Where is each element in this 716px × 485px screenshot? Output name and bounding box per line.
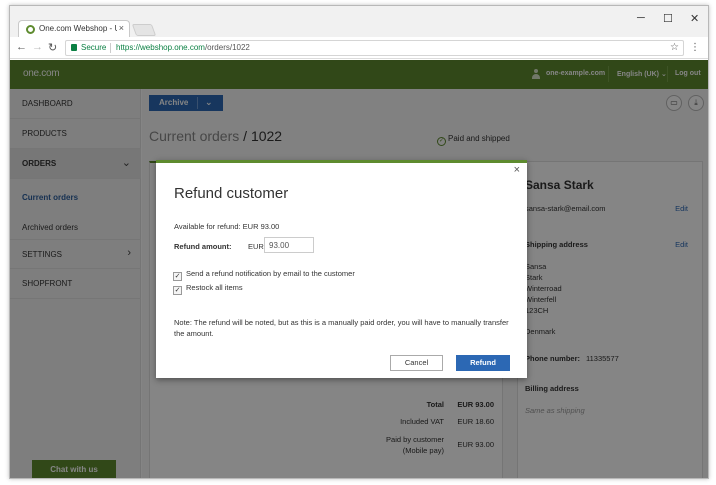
back-arrow-icon[interactable]: ← [16, 41, 27, 53]
refund-amount-label: Refund amount: [174, 242, 232, 251]
new-tab-button[interactable] [131, 24, 157, 36]
cancel-button[interactable]: Cancel [390, 355, 443, 371]
browser-menu-icon[interactable]: ⋮ [690, 42, 700, 53]
url-path: /orders/1022 [204, 43, 250, 52]
tab-strip: One.com Webshop - Up × ─ ☐ ✕ [10, 6, 708, 38]
browser-tab[interactable]: One.com Webshop - Up × [18, 20, 130, 38]
restock-checkbox-label: Restock all items [186, 283, 243, 292]
secure-label: Secure [81, 43, 107, 52]
notify-checkbox[interactable]: ✓ [173, 272, 182, 281]
reload-icon[interactable]: ↻ [48, 41, 57, 54]
omnibox-divider [110, 43, 111, 53]
notify-checkbox-row[interactable]: ✓ Send a refund notification by email to … [173, 269, 355, 281]
url-host: https://webshop.one.com [116, 43, 205, 52]
tab-title: One.com Webshop - Up [39, 24, 117, 33]
manual-payment-note: Note: The refund will be noted, but as t… [174, 318, 509, 338]
forward-arrow-icon[interactable]: → [32, 41, 43, 53]
favicon-icon [26, 25, 35, 34]
notify-checkbox-label: Send a refund notification by email to t… [186, 269, 355, 278]
window-close-icon[interactable]: ✕ [690, 12, 699, 25]
close-icon[interactable]: × [514, 164, 520, 176]
minimize-icon[interactable]: ─ [637, 12, 645, 24]
url-input[interactable]: Secure https://webshop.one.com/orders/10… [65, 40, 684, 56]
bookmark-star-icon[interactable]: ☆ [670, 42, 679, 53]
refund-amount-input[interactable] [264, 237, 314, 253]
url-text: https://webshop.one.com/orders/1022 [116, 43, 250, 52]
refund-button[interactable]: Refund [456, 355, 510, 371]
available-refund-text: Available for refund: EUR 93.00 [174, 222, 280, 231]
dialog-title: Refund customer [174, 185, 289, 202]
browser-window: One.com Webshop - Up × ─ ☐ ✕ ← → ↻ Secur… [9, 5, 709, 479]
maximize-icon[interactable]: ☐ [663, 12, 673, 25]
lock-icon [71, 44, 77, 51]
refund-dialog: × Refund customer Available for refund: … [156, 160, 527, 378]
address-bar: ← → ↻ Secure https://webshop.one.com/ord… [10, 37, 708, 59]
restock-checkbox[interactable]: ✓ [173, 286, 182, 295]
restock-checkbox-row[interactable]: ✓ Restock all items [173, 283, 243, 295]
currency-label: EUR [248, 242, 264, 251]
tab-close-icon[interactable]: × [119, 23, 124, 33]
